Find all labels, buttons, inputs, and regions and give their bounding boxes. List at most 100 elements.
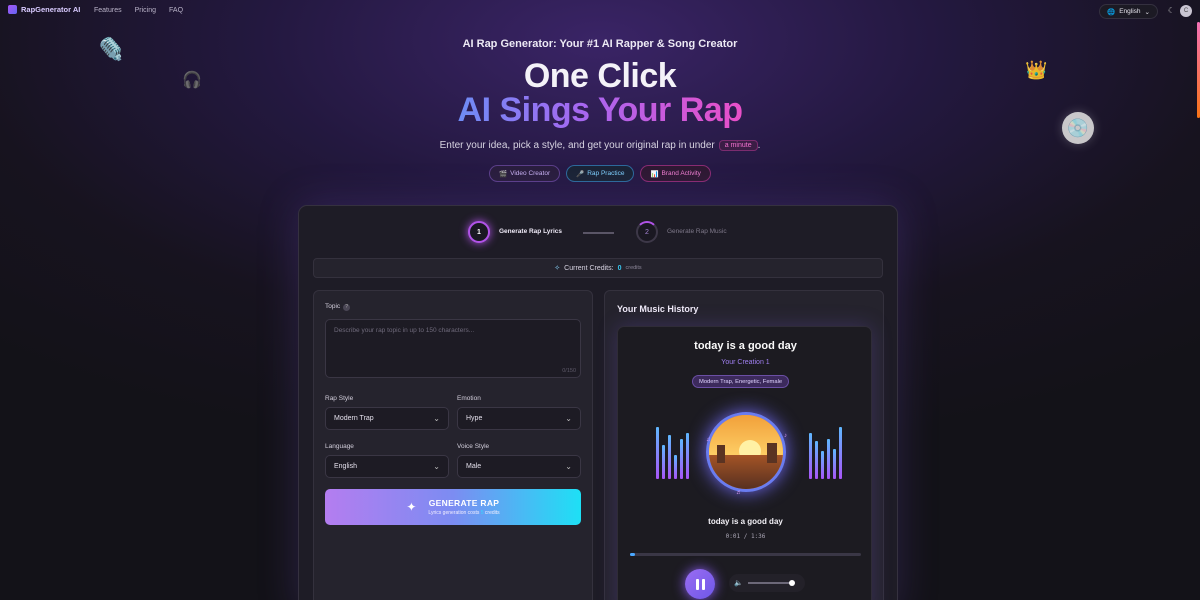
topic-counter: 0/150 [562, 368, 576, 374]
pause-button[interactable] [685, 569, 715, 599]
nav-links: Features Pricing FAQ [94, 7, 183, 14]
music-note-icon: ♬ [736, 490, 742, 496]
logo-icon [8, 5, 17, 14]
credits-bar: ✧ Current Credits: 0 credits [313, 258, 883, 278]
topic-label: Topic [325, 303, 341, 310]
music-note-icon: ♪ [784, 433, 787, 439]
music-history-panel: Your Music History today is a good day Y… [604, 290, 884, 600]
sparkle-icon: ✦ [406, 500, 417, 514]
theme-toggle-icon[interactable]: ☾ [1168, 6, 1175, 15]
generate-text: GENERATE RAP Lyrics generation costs 5 c… [428, 498, 499, 516]
eq-bar [833, 449, 836, 479]
volume-control[interactable]: 🔈 [729, 574, 805, 592]
language-select[interactable]: English ⌄ [325, 455, 449, 478]
eq-bar [809, 433, 812, 479]
brand-logo[interactable]: RapGenerator AI [8, 5, 80, 14]
hero-headline-gradient: AI Sings Your Rap [0, 92, 1200, 128]
feature-chips: 🎬 Video Creator 🎤 Rap Practice 📊 Brand Acti… [0, 165, 1200, 182]
eq-bar [839, 427, 842, 479]
nav-link-faq[interactable]: FAQ [169, 7, 183, 14]
rap-style-value: Modern Trap [334, 415, 374, 422]
sparkle-icon: ✧ [554, 265, 561, 272]
nav-link-features[interactable]: Features [94, 7, 122, 14]
song-title: today is a good day [694, 340, 797, 352]
album-cover [706, 412, 786, 492]
generate-label: GENERATE RAP [428, 498, 500, 508]
chevron-down-icon: ⌄ [565, 462, 572, 471]
eq-bar [680, 439, 683, 479]
emotion-select[interactable]: Hype ⌄ [457, 407, 581, 430]
help-icon[interactable]: ? [343, 304, 351, 311]
volume-icon[interactable]: 🔈 [734, 579, 743, 587]
generate-rap-button[interactable]: ✦ GENERATE RAP Lyrics generation costs 5… [325, 489, 581, 525]
voice-style-select[interactable]: Male ⌄ [457, 455, 581, 478]
chip-rap-practice[interactable]: 🎤 Rap Practice [566, 165, 635, 182]
style-tags: Modern Trap, Energetic, Female [692, 375, 790, 388]
music-player: today is a good day Your Creation 1 Mode… [617, 326, 872, 600]
language-selector[interactable]: 🌐 English ⌄ [1099, 4, 1158, 19]
eq-bar [668, 435, 671, 479]
eq-bar [662, 445, 665, 479]
credits-unit: credits [625, 265, 642, 271]
hero-headline-line2: AI Sings Your Rap [457, 91, 743, 129]
cost-prefix: Lyrics generation costs [428, 510, 480, 516]
chevron-down-icon: ⌄ [433, 414, 440, 423]
language-value: English [334, 463, 357, 470]
credits-value: 0 [617, 264, 622, 272]
chip-brand-activity[interactable]: 📊 Brand Activity [640, 165, 711, 182]
current-time: 0:01 [725, 533, 741, 540]
chip-video-creator[interactable]: 🎬 Video Creator [489, 165, 561, 182]
left-equalizer [656, 424, 689, 479]
topic-input[interactable]: Describe your rap topic in up to 150 cha… [325, 319, 581, 378]
rap-style-select[interactable]: Modern Trap ⌄ [325, 407, 449, 430]
playback-time: 0:01 / 1:36 [618, 533, 873, 540]
voice-style-value: Male [466, 463, 482, 470]
mic-small-icon: 🎤 [576, 170, 585, 178]
eq-bar [821, 451, 824, 479]
chip-label: Video Creator [510, 170, 551, 177]
voice-style-label: Voice Style [457, 443, 490, 450]
cover-building [767, 443, 777, 463]
cover-building [717, 445, 725, 463]
time-separator: / [743, 533, 748, 540]
hero-headline: One Click [523, 57, 677, 95]
volume-knob[interactable] [788, 580, 795, 586]
music-note-icon: ♫ [706, 437, 711, 443]
progress-fill [630, 553, 635, 556]
volume-slider[interactable] [747, 580, 795, 586]
chip-label: Rap Practice [587, 170, 625, 177]
eq-bar [815, 441, 818, 479]
pause-icon [701, 578, 705, 590]
eq-bar [827, 439, 830, 479]
step-1-label: Generate Rap Lyrics [499, 228, 562, 235]
chart-icon: 📊 [650, 170, 659, 178]
step-1-indicator[interactable]: 1 [468, 221, 490, 243]
eq-bar [674, 455, 677, 479]
rap-style-label: Rap Style [325, 395, 354, 402]
cost-number: 5 [480, 510, 484, 516]
globe-icon: 🌐 [1107, 8, 1116, 16]
avatar[interactable]: C [1180, 5, 1192, 17]
hero-subtitle: AI Rap Generator: Your #1 AI Rapper & So… [462, 38, 738, 50]
topic-label-row: Topic? [325, 303, 351, 311]
credits-label: Current Credits: [564, 264, 614, 272]
eq-bar [686, 433, 689, 479]
pause-icon [695, 578, 699, 590]
language-label: Language [325, 443, 354, 450]
now-playing-title: today is a good day [708, 517, 783, 526]
nav-link-pricing[interactable]: Pricing [135, 7, 156, 14]
chevron-down-icon: ⌄ [565, 414, 572, 423]
generator-card: 1 Generate Rap Lyrics 2 Generate Rap Mus… [298, 205, 898, 600]
generate-cost: Lyrics generation costs 5 credits [428, 510, 499, 516]
chevron-down-icon: ⌄ [433, 462, 440, 471]
chevron-down-icon: ⌄ [1144, 8, 1150, 16]
right-equalizer [809, 424, 842, 479]
step-2-indicator[interactable]: 2 [636, 221, 658, 243]
topic-placeholder: Describe your rap topic in up to 150 cha… [334, 327, 475, 334]
top-nav: RapGenerator AI Features Pricing FAQ 🌐 E… [0, 0, 1200, 24]
brand-name: RapGenerator AI [21, 5, 81, 14]
video-icon: 🎬 [499, 170, 508, 178]
step-2-label: Generate Rap Music [667, 228, 727, 235]
progress-bar[interactable] [630, 553, 861, 556]
step-connector [583, 232, 614, 234]
